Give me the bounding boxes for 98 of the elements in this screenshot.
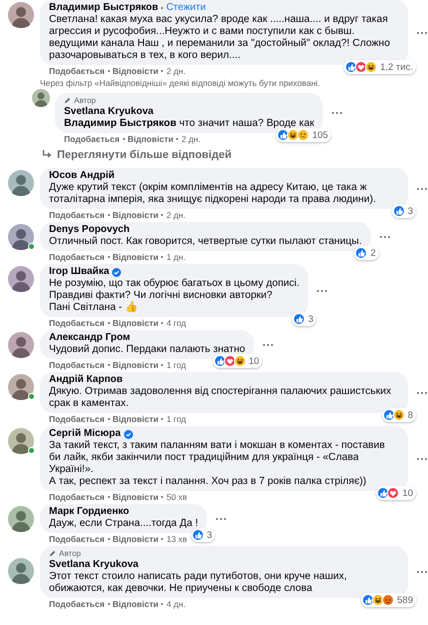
reply-arrow-icon <box>42 150 52 159</box>
more-icon[interactable] <box>215 516 228 520</box>
avatar <box>8 428 34 454</box>
reply-link[interactable]: Відповісти <box>112 318 158 328</box>
like-link[interactable]: Подобається <box>49 534 105 544</box>
commenter-name[interactable]: Марк Гордиенко <box>49 506 130 518</box>
reactions-badge[interactable]: 8 <box>382 408 416 422</box>
more-icon[interactable] <box>416 570 428 574</box>
reply-link[interactable]: Відповісти <box>112 66 158 76</box>
reaction-count: 8 <box>408 410 413 420</box>
like-link[interactable]: Подобається <box>49 599 105 609</box>
like-link[interactable]: Подобається <box>49 414 105 424</box>
comment-text: Дауж, если Страна....тогда Да ! <box>49 518 198 530</box>
like-link[interactable]: Подобається <box>64 134 120 144</box>
avatar <box>8 170 34 196</box>
commenter-name[interactable]: Svetlana Kryukova <box>49 559 138 571</box>
comment-text: Этот текст стоило написать ради путиботов, они круче наших, обижаются, как девочки. Не приучены к свободе слова <box>49 571 348 595</box>
commenter-name[interactable]: Александр Гром <box>49 332 130 344</box>
more-icon[interactable] <box>262 342 274 346</box>
reactions-badge[interactable]: 3 <box>392 204 416 218</box>
comment-text: Владимир Быстряков что значит наша? Вроде как <box>64 118 314 130</box>
timestamp: 13 хв <box>166 534 188 544</box>
avatar <box>8 224 34 250</box>
timestamp: 1 дн. <box>166 252 186 262</box>
author-label: Автор <box>59 548 81 559</box>
more-icon[interactable] <box>331 111 344 115</box>
timestamp: 1 год <box>166 360 186 370</box>
more-icon[interactable] <box>416 30 428 34</box>
like-link[interactable]: Подобається <box>49 252 105 262</box>
timestamp: 2 дн. <box>166 66 186 76</box>
pencil-icon <box>64 97 71 104</box>
reactions-badge[interactable]: 3 <box>190 528 216 542</box>
reply-link[interactable]: Відповісти <box>112 599 158 609</box>
comment-text: Отличный пост. Как говорится, четвертые сутки пылают станицы. <box>49 236 362 248</box>
commenter-name[interactable]: Андрій Карпов <box>49 374 123 386</box>
commenter-name[interactable]: Denys Popovych <box>49 224 130 236</box>
reactions-badge[interactable]: 2 <box>354 246 379 260</box>
reaction-count: 10 <box>248 356 260 366</box>
avatar <box>8 558 34 584</box>
timestamp: 4 год <box>166 318 186 328</box>
timestamp: 50 хв <box>166 492 188 502</box>
timestamp: 2 дн. <box>181 134 201 144</box>
like-link[interactable]: Подобається <box>49 318 105 328</box>
reactions-badge[interactable]: 10 <box>212 354 262 368</box>
timestamp: 2 дн. <box>166 210 186 220</box>
timestamp: 1 год <box>166 414 186 424</box>
reply-link[interactable]: Відповісти <box>112 210 158 220</box>
more-icon[interactable] <box>416 390 428 394</box>
reaction-count: 3 <box>206 530 212 540</box>
reply-link[interactable]: Відповісти <box>112 252 158 262</box>
more-icon[interactable] <box>416 456 428 460</box>
commenter-name[interactable]: Svetlana Kryukova <box>64 106 154 118</box>
reply-link[interactable]: Відповісти <box>112 360 158 370</box>
commenter-name[interactable]: Владимир Быстряков <box>49 2 158 14</box>
timestamp: 4 дн. <box>166 599 186 609</box>
author-label: Автор <box>74 95 96 106</box>
reactions-badge[interactable]: 3 <box>292 312 316 326</box>
comment-text: Дуже крутий текст (окрім компліментів на адресу Китаю, це така ж тоталітарна імперія, яка знищує підкорені народи та права людини). <box>49 182 377 206</box>
reaction-count: 105 <box>312 130 328 140</box>
comment-text: Дякую. Отримав задоволення від спостерігання палаючих рашистських срак в каментах. <box>49 386 392 410</box>
reactions-badge[interactable]: 1,2 тис. <box>344 60 416 74</box>
more-icon[interactable] <box>378 234 391 238</box>
commenter-name[interactable]: Юсов Андрій <box>49 170 115 182</box>
filter-note: Через фільтр «Найвідповідніші» деякі відповіді можуть бути приховані. <box>40 78 320 88</box>
reply-link[interactable]: Відповісти <box>128 134 174 144</box>
reaction-count: 3 <box>308 314 314 324</box>
like-link[interactable]: Подобається <box>49 66 105 76</box>
avatar <box>32 89 50 107</box>
reply-link[interactable]: Відповісти <box>112 534 158 544</box>
avatar <box>8 2 34 28</box>
commenter-name[interactable]: Ігор Швайка <box>49 266 110 278</box>
commenter-name[interactable]: Сергій Місюра <box>49 428 121 440</box>
reaction-count: 3 <box>408 206 413 216</box>
avatar <box>8 374 34 400</box>
comment-text: Не розумію, що так обурює багатьох в цьому дописі. Правдиві факти? Чи логічні висновки авторки? Пані Світлана - 👍 <box>49 278 300 314</box>
avatar <box>8 332 34 358</box>
more-icon[interactable] <box>416 186 428 190</box>
like-link[interactable]: Подобається <box>49 210 105 220</box>
more-icon[interactable] <box>316 288 328 292</box>
reaction-count: 1,2 тис. <box>380 62 413 72</box>
reaction-count: 10 <box>402 488 413 498</box>
avatar <box>8 266 34 292</box>
pencil-icon <box>49 550 56 557</box>
avatar <box>8 506 34 532</box>
reactions-badge[interactable]: 589 <box>361 593 416 607</box>
follow-link[interactable]: Стежити <box>166 2 206 14</box>
reaction-count: 2 <box>370 248 376 258</box>
comment-text: За такий текст, з таким паланням вати і мокшан в коментах - поставив би лайк, якби закінчили пост традиційним для українця - «Слава Україні!». А так, респект за текст і палання. Хоч раз в 7 років палка стріляє)) <box>49 440 386 488</box>
reply-link[interactable]: Відповісти <box>112 414 158 424</box>
comment-text: Светлана! какая муха вас укусила? вроде как .....наша.... и вдруг такая агрессия и русофобия...Неужто и с вами поступили как с бывш. ведущими канала Наш , и переманили за "достойный" оклад?! Сложно разочаровываться в тех, в кого верил.... <box>49 14 391 62</box>
like-link[interactable]: Подобається <box>49 492 105 502</box>
reaction-count: 589 <box>397 594 413 606</box>
reactions-badge[interactable]: 105 <box>276 128 332 142</box>
more-replies-link[interactable]: Переглянути більше відповідей <box>42 148 232 160</box>
reactions-badge[interactable]: 10 <box>376 486 416 500</box>
like-link[interactable]: Подобається <box>49 360 105 370</box>
reply-link[interactable]: Відповісти <box>112 492 158 502</box>
comment-text: Чудовий допис. Пердаки палають знатно <box>49 344 246 356</box>
